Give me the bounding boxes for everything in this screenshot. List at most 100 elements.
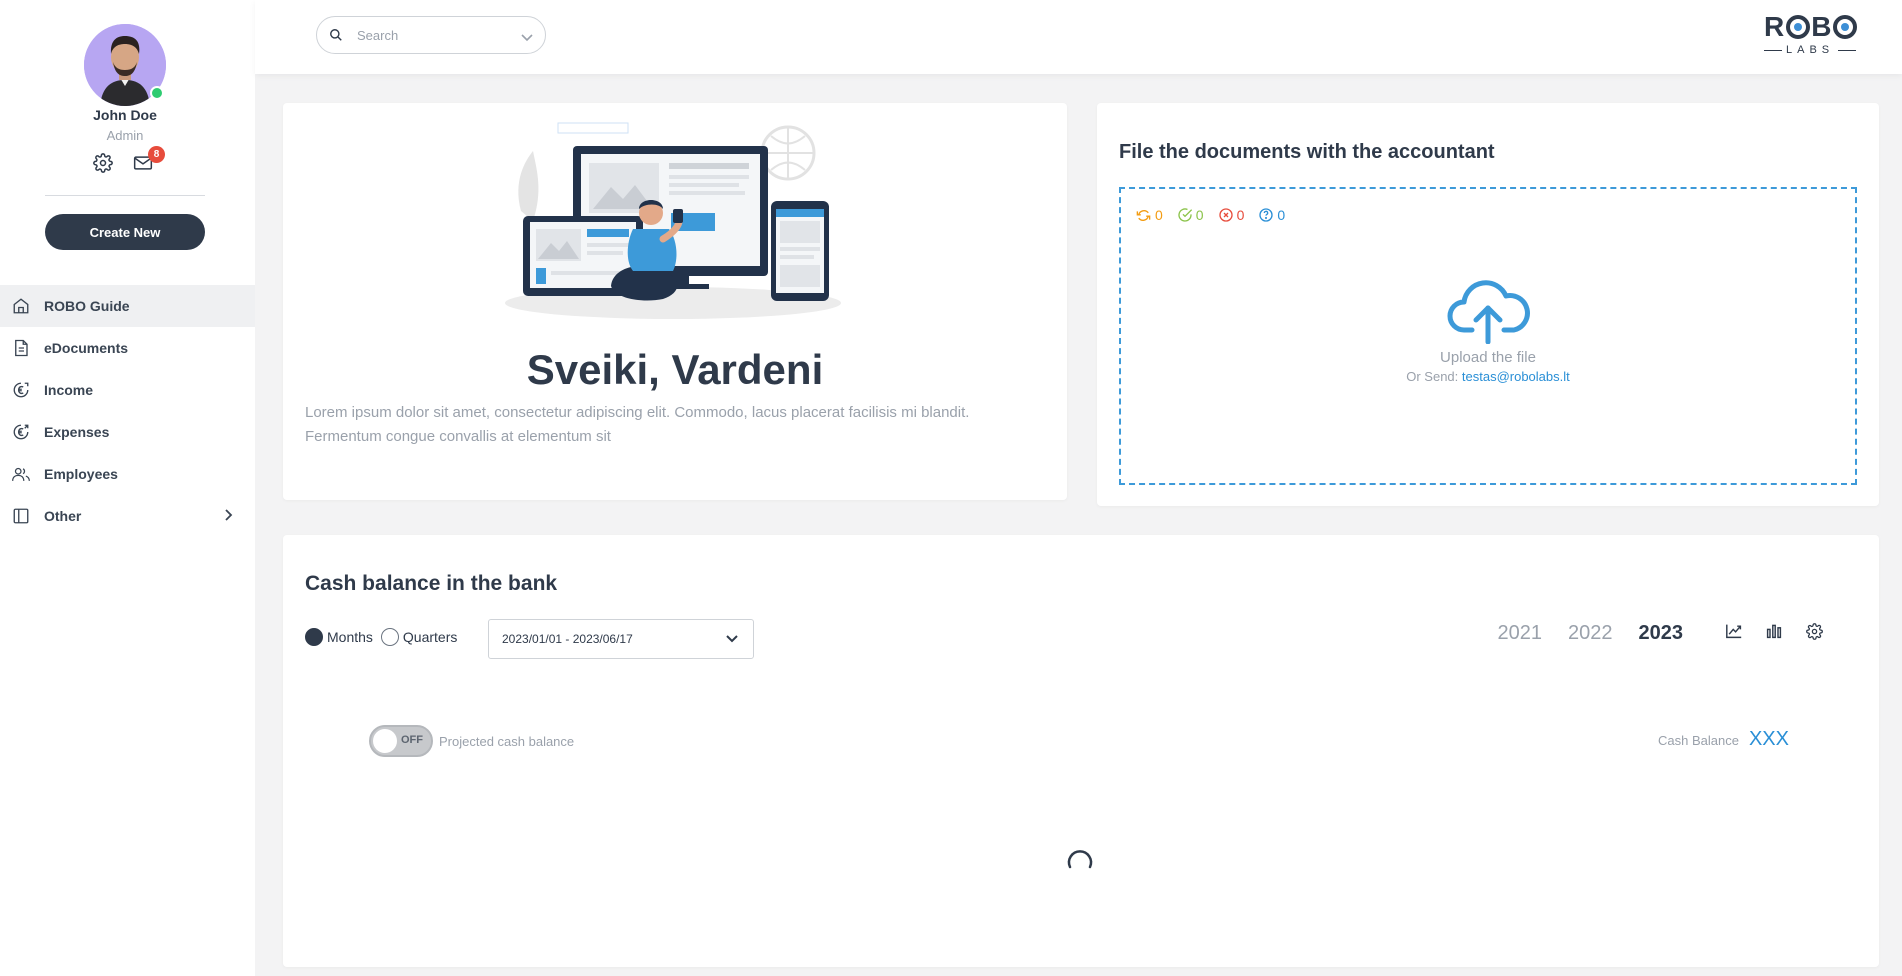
radio-months-label: Months: [327, 629, 373, 645]
sidebar-item-label: eDocuments: [44, 340, 129, 356]
sidebar-item-robo-guide[interactable]: ROBO Guide: [0, 285, 255, 327]
loading-spinner-icon: [1067, 850, 1093, 869]
cash-balance-value: XXX: [1748, 728, 1789, 750]
search-box[interactable]: [316, 16, 546, 54]
year-2023[interactable]: 2023: [1639, 622, 1684, 645]
online-status-dot: [150, 86, 164, 100]
year-2021[interactable]: 2021: [1498, 622, 1543, 645]
user-actions: 8: [92, 146, 165, 174]
chart-settings-button[interactable]: [1803, 620, 1825, 642]
sidebar-item-label: Income: [44, 382, 94, 398]
logo-letter: R: [1764, 11, 1786, 42]
sidebar-item-label: Other: [44, 508, 82, 524]
sidebar-panel-icon: [12, 507, 30, 525]
date-range-select[interactable]: 2023/01/01 - 2023/06/17: [488, 619, 754, 659]
messages-button[interactable]: 8: [132, 146, 165, 174]
search-icon: [330, 29, 342, 41]
bar-chart-button[interactable]: [1763, 620, 1785, 642]
logo-letter: B: [1811, 11, 1833, 42]
refresh-icon: [1136, 209, 1151, 221]
avatar-wrap[interactable]: [84, 24, 166, 106]
toggle-knob: [373, 729, 397, 753]
logo-labs-text: LABS: [1786, 44, 1835, 56]
search-input[interactable]: [357, 27, 507, 43]
logo-o-mark: [1833, 15, 1858, 39]
welcome-card: Sveiki, Vardeni Lorem ipsum dolor sit am…: [283, 103, 1067, 500]
or-send-line: Or Send: testas@robolabs.lt: [1121, 369, 1855, 384]
logo-wordmark: R B: [1764, 12, 1864, 42]
welcome-text: Lorem ipsum dolor sit amet, consectetur …: [305, 404, 970, 445]
email-link[interactable]: testas@robolabs.lt: [1462, 369, 1570, 384]
radio-months[interactable]: Months: [305, 628, 373, 646]
stat-failed[interactable]: 0: [1218, 207, 1245, 223]
notification-badge: 8: [148, 146, 165, 163]
cash-balance-label: Cash Balance: [1658, 733, 1739, 748]
bar-chart-icon: [1766, 624, 1782, 639]
projected-toggle[interactable]: OFF: [369, 725, 433, 757]
cash-title: Cash balance in the bank: [305, 572, 558, 595]
line-chart-button[interactable]: [1723, 620, 1745, 642]
upload-title: File the documents with the accountant: [1119, 141, 1495, 163]
upload-label: Upload the file: [1440, 349, 1536, 366]
sidebar-item-label: Expenses: [44, 424, 110, 440]
stat-processing[interactable]: 0: [1135, 207, 1163, 223]
stat-processing-count: 0: [1155, 207, 1163, 223]
users-icon: [12, 465, 30, 483]
logo-o-mark: [1786, 15, 1811, 39]
sidebar-item-expenses[interactable]: Expenses: [0, 411, 255, 453]
upload-card: File the documents with the accountant 0…: [1097, 103, 1879, 506]
sidebar-item-income[interactable]: Income: [0, 369, 255, 411]
sidebar-item-employees[interactable]: Employees: [0, 453, 255, 495]
year-selector: 2021 2022 2023: [1498, 622, 1684, 645]
projected-toggle-label: Projected cash balance: [439, 733, 575, 749]
welcome-title: Sveiki, Vardeni: [526, 346, 824, 393]
sidebar: John Doe Admin 8 Create New ROBO Guide e…: [0, 0, 255, 976]
cash-balance-card: Cash balance in the bank Months Quarters…: [283, 535, 1879, 967]
projected-toggle-group: OFF Projected cash balance: [369, 725, 574, 757]
chevron-down-icon[interactable]: [521, 29, 533, 47]
year-2022[interactable]: 2022: [1568, 622, 1613, 645]
chevron-down-icon: [725, 633, 739, 647]
chart-tools: [1723, 620, 1825, 642]
welcome-illustration: [503, 121, 843, 321]
settings-button[interactable]: [92, 152, 114, 174]
date-range-value: 2023/01/01 - 2023/06/17: [502, 632, 633, 646]
radio-dot[interactable]: [380, 628, 399, 646]
sidebar-item-label: Employees: [44, 466, 118, 482]
check-circle-icon: [1178, 208, 1192, 222]
or-send-prefix: Or Send:: [1406, 369, 1459, 384]
sidebar-item-label: ROBO Guide: [44, 298, 130, 314]
cloud-upload-icon: [1447, 280, 1530, 344]
line-chart-icon: [1726, 624, 1742, 639]
income-icon: [12, 381, 30, 399]
radio-quarters[interactable]: Quarters: [380, 628, 458, 646]
cash-balance-summary: Cash Balance XXX: [1658, 728, 1789, 751]
upload-dropzone[interactable]: 0 0 0 0 Upload the file Or Send: testas@…: [1119, 187, 1857, 485]
question-circle-icon: [1259, 208, 1274, 222]
radio-dot-selected[interactable]: [305, 628, 323, 646]
radio-quarters-label: Quarters: [402, 629, 458, 645]
stat-unknown[interactable]: 0: [1258, 207, 1285, 223]
sidebar-item-edocuments[interactable]: eDocuments: [0, 327, 255, 369]
x-circle-icon: [1218, 208, 1233, 222]
document-icon: [12, 339, 30, 357]
gear-icon: [1805, 622, 1823, 640]
stat-failed-count: 0: [1236, 207, 1245, 223]
user-role: Admin: [106, 128, 144, 143]
sidebar-item-other[interactable]: Other: [0, 495, 255, 537]
home-icon: [12, 297, 30, 315]
upload-stats: 0 0 0 0: [1135, 207, 1285, 223]
stat-done-count: 0: [1195, 207, 1204, 223]
stat-done[interactable]: 0: [1177, 207, 1204, 223]
robolabs-logo[interactable]: R B LABS: [1764, 12, 1864, 62]
user-name: John Doe: [93, 107, 157, 123]
chevron-right-icon: [223, 508, 233, 525]
sidebar-divider: [45, 195, 205, 196]
gear-icon: [93, 153, 113, 173]
period-radio-group: Months Quarters: [305, 628, 457, 646]
toggle-state: OFF: [401, 734, 423, 746]
stat-unknown-count: 0: [1277, 207, 1286, 223]
logo-subline: LABS: [1764, 44, 1864, 56]
topbar: R B LABS: [255, 0, 1902, 74]
create-new-button[interactable]: Create New: [45, 214, 205, 250]
